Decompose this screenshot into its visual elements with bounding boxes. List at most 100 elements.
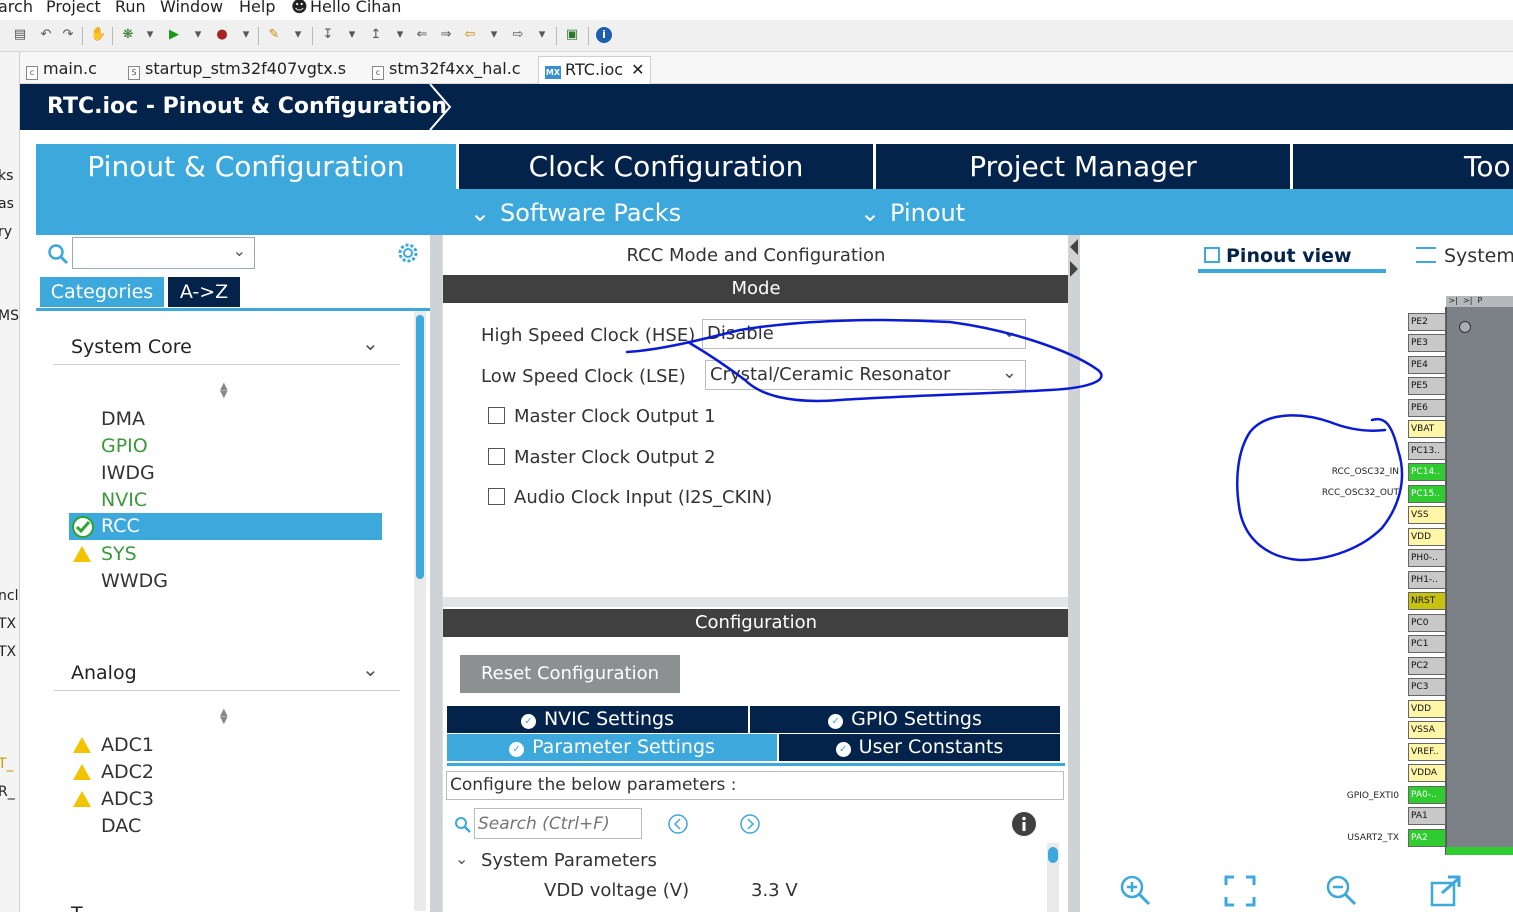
pinout-menu[interactable]: Pinout: [890, 199, 965, 227]
hse-select[interactable]: Disable ⌄: [702, 319, 1026, 349]
pin-ph1[interactable]: PH1-..: [1408, 571, 1446, 589]
menu-help[interactable]: Help: [239, 0, 275, 16]
pin-pc13[interactable]: PC13..: [1408, 442, 1446, 460]
master-clock-output-2-checkbox[interactable]: [488, 448, 505, 465]
next-annotation-icon[interactable]: ↧: [320, 27, 336, 43]
category-sys[interactable]: SYS: [73, 543, 137, 565]
categories-scrollbar[interactable]: [414, 311, 426, 911]
category-wwdg[interactable]: WWDG: [101, 570, 168, 592]
chevron-down-icon[interactable]: ⌄: [455, 849, 468, 868]
zoom-in-icon[interactable]: [1118, 873, 1154, 909]
redo-icon[interactable]: ↷: [60, 27, 76, 43]
master-clock-output-1-checkbox[interactable]: [488, 407, 505, 424]
tab-categories[interactable]: Categories: [40, 277, 164, 307]
pin-pe2[interactable]: PE2: [1408, 313, 1446, 331]
pin-nrst[interactable]: NRST: [1408, 592, 1446, 610]
zoom-out-icon[interactable]: [1324, 873, 1360, 909]
external-tools-icon[interactable]: ●: [214, 27, 230, 43]
tab-pinout-configuration[interactable]: Pinout & Configuration: [36, 144, 456, 189]
tab-tools[interactable]: Too: [1293, 144, 1513, 189]
tab-startup-s[interactable]: Sstartup_stm32f407vgtx.s: [128, 56, 346, 84]
tab-project-manager[interactable]: Project Manager: [876, 144, 1290, 189]
forward-arrow-icon[interactable]: ⇨: [510, 27, 526, 43]
chevron-down-icon[interactable]: ⌄: [362, 657, 379, 681]
menu-run[interactable]: Run: [115, 0, 146, 16]
parameters-scrollbar[interactable]: [1047, 843, 1059, 912]
tab-clock-configuration[interactable]: Clock Configuration: [459, 144, 873, 189]
previous-icon[interactable]: [667, 813, 689, 835]
pin-pa2[interactable]: PA2: [1408, 829, 1446, 847]
hand-icon[interactable]: ✋: [90, 27, 106, 43]
tab-user-constants[interactable]: ✓ User Constants: [779, 734, 1060, 761]
tab-gpio-settings[interactable]: ✓ GPIO Settings: [750, 706, 1060, 733]
pin-pa0[interactable]: PA0-..: [1408, 786, 1446, 804]
chevron-down-icon[interactable]: ▾: [238, 27, 254, 43]
pin-vssa[interactable]: VSSA: [1408, 721, 1446, 739]
back-icon[interactable]: ⇒: [438, 27, 454, 43]
pin-pe4[interactable]: PE4: [1408, 356, 1446, 374]
category-dac[interactable]: DAC: [101, 815, 141, 837]
export-icon[interactable]: [1428, 873, 1464, 909]
pin-pe5[interactable]: PE5: [1408, 377, 1446, 395]
section-splitter[interactable]: [443, 597, 1069, 607]
collapse-left-icon[interactable]: [1070, 239, 1078, 255]
pin-pc15[interactable]: PC15..: [1408, 485, 1446, 503]
menu-window[interactable]: Window: [160, 0, 223, 16]
lse-select[interactable]: Crystal/Ceramic Resonator ⌄: [705, 360, 1026, 390]
menu-project[interactable]: Project: [46, 0, 101, 16]
pin-vbat[interactable]: VBAT: [1408, 420, 1446, 438]
debug-icon[interactable]: ❋: [120, 27, 136, 43]
pin-pe6[interactable]: PE6: [1408, 399, 1446, 417]
tab-pinout-view[interactable]: Pinout view: [1198, 241, 1386, 273]
tab-a-z[interactable]: A->Z: [168, 277, 240, 307]
pin-vdda[interactable]: VDDA: [1408, 764, 1446, 782]
pen-icon[interactable]: ✎: [266, 27, 282, 43]
undo-icon[interactable]: ↶: [38, 27, 54, 43]
chevron-down-icon[interactable]: ▾: [290, 27, 306, 43]
close-icon[interactable]: ✕: [631, 60, 644, 79]
tab-hal-c[interactable]: c stm32f4xx_hal.c: [372, 56, 521, 84]
chevron-down-icon[interactable]: ⌄: [233, 241, 246, 260]
pin-vss[interactable]: VSS: [1408, 506, 1446, 524]
pin-pc3[interactable]: PC3: [1408, 678, 1446, 696]
category-iwdg[interactable]: IWDG: [101, 462, 155, 484]
category-adc2[interactable]: ADC2: [73, 761, 154, 783]
pin-pa1[interactable]: PA1: [1408, 807, 1446, 825]
software-packs-menu[interactable]: Software Packs: [500, 199, 681, 227]
splitter[interactable]: [430, 235, 442, 912]
category-dma[interactable]: DMA: [101, 408, 145, 430]
splitter[interactable]: [1068, 235, 1080, 912]
pin-pc14[interactable]: PC14..: [1408, 463, 1446, 481]
tab-parameter-settings[interactable]: ✓ Parameter Settings: [447, 734, 777, 761]
audio-clock-input-checkbox[interactable]: [488, 488, 505, 505]
pin-pc2[interactable]: PC2: [1408, 657, 1446, 675]
category-adc1[interactable]: ADC1: [73, 734, 154, 756]
category-search-input[interactable]: ⌄: [72, 237, 255, 269]
menu-search[interactable]: arch: [0, 0, 33, 16]
fit-to-screen-icon[interactable]: [1222, 873, 1258, 909]
next-icon[interactable]: [739, 813, 761, 835]
chevron-down-icon[interactable]: ▾: [534, 27, 550, 43]
chevron-down-icon[interactable]: ▾: [190, 27, 206, 43]
chevron-down-icon[interactable]: ▾: [486, 27, 502, 43]
chevron-down-icon[interactable]: ▾: [344, 27, 360, 43]
vdd-voltage-value[interactable]: 3.3 V: [751, 880, 798, 901]
collapse-right-icon[interactable]: [1070, 261, 1078, 277]
pin-pc1[interactable]: PC1: [1408, 635, 1446, 653]
sort-icon[interactable]: ▲ ▼: [220, 708, 228, 726]
last-edit-icon[interactable]: ⇐: [414, 27, 430, 43]
group-timers-partial[interactable]: T...: [71, 903, 98, 912]
chevron-down-icon[interactable]: ⌄: [362, 331, 379, 355]
system-parameters-section[interactable]: System Parameters: [481, 850, 657, 871]
category-rcc[interactable]: RCC: [69, 513, 382, 540]
info-icon[interactable]: [1011, 811, 1037, 837]
parameter-search-input[interactable]: [474, 808, 642, 839]
binary-icon[interactable]: ▤: [12, 27, 28, 43]
sort-icon[interactable]: ▲ ▼: [220, 382, 228, 400]
scroll-thumb[interactable]: [1048, 847, 1058, 863]
category-nvic[interactable]: NVIC: [101, 489, 147, 511]
gear-icon[interactable]: [396, 241, 420, 265]
tab-system-view[interactable]: System: [1416, 241, 1513, 271]
tab-rtc-ioc[interactable]: MX RTC.ioc ✕: [538, 56, 652, 84]
chevron-down-icon[interactable]: ▾: [142, 27, 158, 43]
